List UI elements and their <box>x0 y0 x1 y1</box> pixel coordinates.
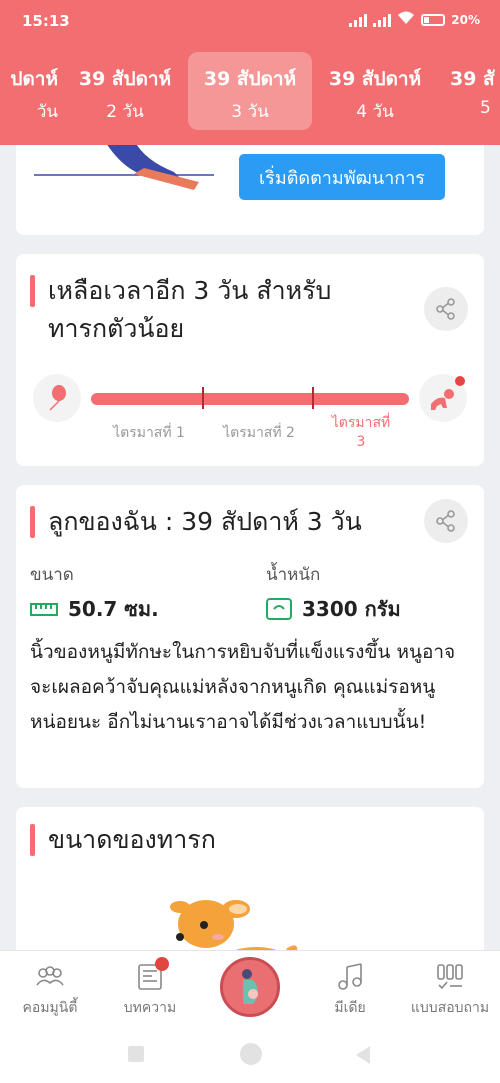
trimester-3-label-line1: ไตรมาสที่ <box>331 415 391 431</box>
start-tracking-button[interactable]: เริ่มติดตามพัฒนาการ <box>239 154 445 200</box>
baby-size-title-text: ขนาดของทารก <box>48 825 216 854</box>
week-tab-week: 39 สั <box>450 68 495 90</box>
countdown-title-line2: ทารกตัวน้อย <box>48 314 185 343</box>
trimester-2-label: ไตรมาสที่ 2 <box>223 425 295 441</box>
signal-icon <box>349 13 368 27</box>
week-tab-2[interactable]: 39 สัปดาห์ 2 วัน <box>63 52 187 130</box>
countdown-card: เหลือเวลาอีก 3 วัน สำหรับ ทารกตัวน้อย ไต… <box>16 254 484 466</box>
recent-apps-icon[interactable] <box>128 1046 144 1062</box>
music-note-icon <box>338 963 362 990</box>
week-tab-week: 39 สัปดาห์ <box>78 68 172 90</box>
week-tab-day: วัน <box>36 102 58 122</box>
week-tab-1[interactable]: ปดาห์ วัน <box>0 52 62 130</box>
battery-icon <box>421 13 446 26</box>
week-tab-day: 4 วัน <box>356 102 394 122</box>
status-icons: 20% <box>349 10 480 29</box>
balloon-icon <box>33 374 81 422</box>
week-tab-5[interactable]: 39 สั 5 <box>438 52 500 130</box>
baby-size-title: ขนาดของทารก <box>30 821 216 859</box>
my-baby-title-text: ลูกของฉัน : 39 สัปดาห์ 3 วัน <box>48 507 362 536</box>
title-accent-bar <box>30 275 35 307</box>
trimester-progress-bar <box>91 393 409 405</box>
week-tabs: ปดาห์ วัน 39 สัปดาห์ 2 วัน 39 สัปดาห์ 3 … <box>0 52 500 130</box>
week-tab-3-active[interactable]: 39 สัปดาห์ 3 วัน <box>188 52 312 130</box>
quiz-icon <box>437 964 463 990</box>
trimester-divider <box>312 387 314 409</box>
week-tab-day: 2 วัน <box>106 102 144 122</box>
ruler-icon <box>30 603 58 616</box>
status-bar: 15:13 20% <box>0 0 500 44</box>
share-icon <box>436 510 455 532</box>
week-tab-4[interactable]: 39 สัปดาห์ 4 วัน <box>313 52 437 130</box>
size-stat: 50.7 ซม. <box>30 593 159 625</box>
countdown-title: เหลือเวลาอีก 3 วัน สำหรับ ทารกตัวน้อย <box>30 272 331 348</box>
size-label: ขนาด <box>30 565 74 585</box>
system-navigation-bar <box>0 1030 500 1083</box>
trimester-3-label: ไตรมาสที่ 3 <box>316 412 406 450</box>
pregnant-mother-icon <box>242 969 258 1004</box>
weight-label: น้ำหนัก <box>266 565 321 585</box>
share-button[interactable] <box>424 287 468 331</box>
my-baby-title: ลูกของฉัน : 39 สัปดาห์ 3 วัน <box>30 503 362 541</box>
share-icon <box>436 298 455 320</box>
trimester-1-label: ไตรมาสที่ 1 <box>113 425 185 441</box>
week-tab-week: ปดาห์ <box>10 68 58 90</box>
weight-stat: 3300 กรัม <box>266 593 401 625</box>
bottom-navigation: คอมมูนิตี้ บทความ มีเดีย แบบสอบถาม <box>0 950 500 1030</box>
nav-articles[interactable]: บทความ <box>100 961 200 1019</box>
size-value: 50.7 ซม. <box>68 597 159 621</box>
trimester-divider <box>202 387 204 409</box>
title-accent-bar <box>30 824 35 856</box>
nav-community[interactable]: คอมมูนิตี้ <box>0 961 100 1019</box>
countdown-title-line1: เหลือเวลาอีก 3 วัน สำหรับ <box>48 276 332 305</box>
my-baby-card: ลูกของฉัน : 39 สัปดาห์ 3 วัน ขนาด 50.7 ซ… <box>16 485 484 788</box>
nav-media[interactable]: มีเดีย <box>300 961 400 1019</box>
trimester-3-label-line2: 3 <box>356 434 366 450</box>
app-header: 15:13 20% ปดาห์ วัน 39 สัปดาห์ 2 วัน 39 … <box>0 0 500 145</box>
week-tab-week: 39 สัปดาห์ <box>328 68 422 90</box>
weight-value: 3300 กรัม <box>302 597 401 621</box>
battery-percent: 20% <box>451 12 480 27</box>
community-icon <box>36 966 64 986</box>
back-icon[interactable] <box>356 1046 370 1064</box>
scale-icon <box>266 598 292 620</box>
wifi-icon <box>397 10 415 29</box>
week-tab-day: 5 <box>480 98 491 118</box>
nav-quiz[interactable]: แบบสอบถาม <box>400 961 500 1019</box>
nav-quiz-label: แบบสอบถาม <box>410 1000 490 1016</box>
notification-badge <box>155 957 169 971</box>
nav-media-label: มีเดีย <box>334 1000 366 1016</box>
nav-articles-label: บทความ <box>123 1000 177 1016</box>
week-tab-week: 39 สัปดาห์ <box>203 68 297 90</box>
signal-icon-2 <box>373 13 392 27</box>
baby-dot <box>455 376 465 386</box>
title-accent-bar <box>30 506 35 538</box>
baby-description: นิ้วของหนูมีทักษะในการหยิบจับที่แข็งแรงข… <box>30 641 456 733</box>
week-tab-day: 3 วัน <box>231 102 269 122</box>
nav-community-label: คอมมูนิตี้ <box>22 1000 78 1016</box>
status-time: 15:13 <box>22 12 70 30</box>
share-button[interactable] <box>424 499 468 543</box>
home-icon[interactable] <box>240 1043 262 1065</box>
pregnancy-home-button[interactable] <box>220 957 280 1017</box>
baby-crawl-icon <box>419 374 467 422</box>
